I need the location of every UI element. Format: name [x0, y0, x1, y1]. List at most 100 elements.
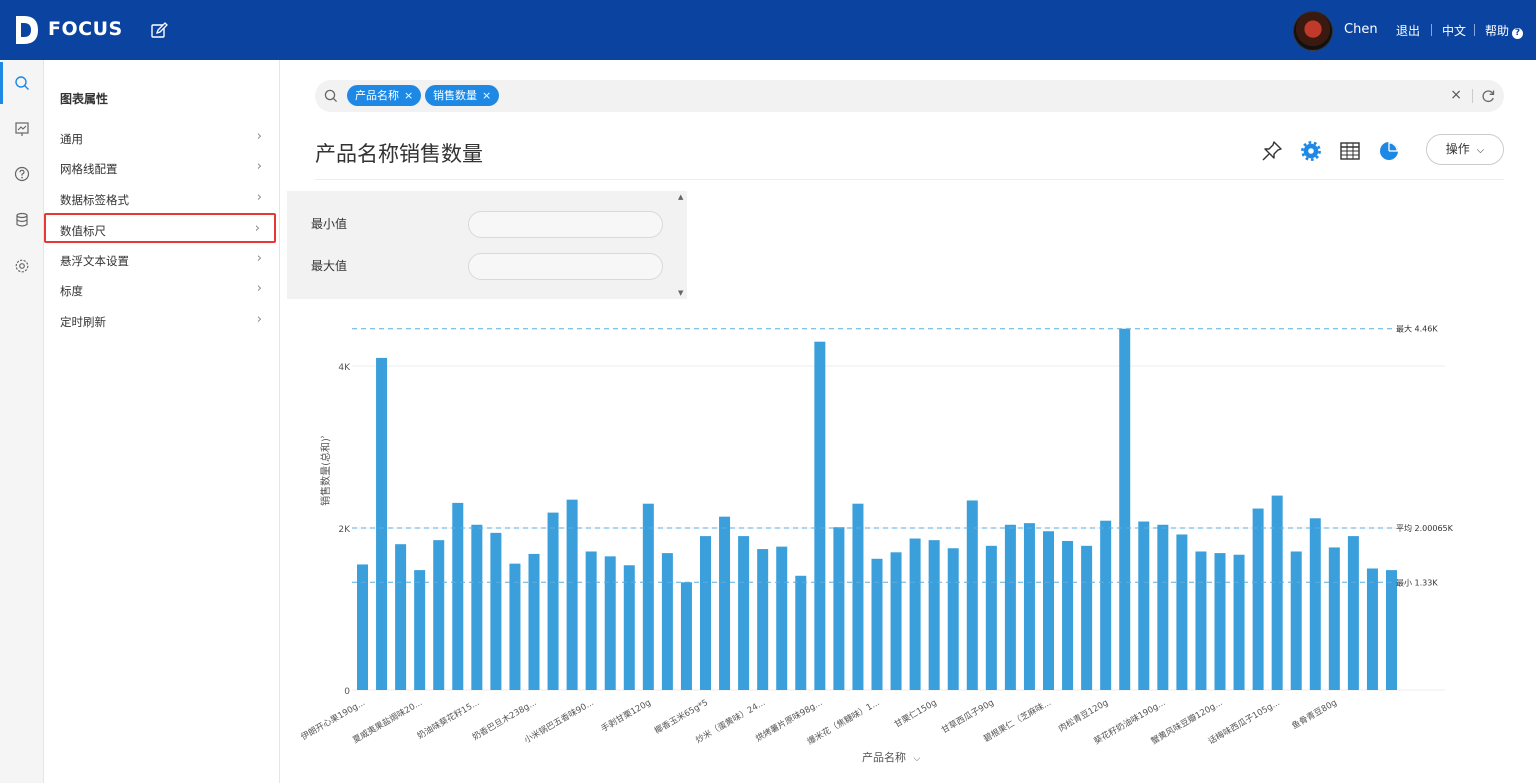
divider	[1474, 24, 1475, 36]
settings-icon[interactable]	[14, 258, 30, 274]
prop-scheduled-refresh[interactable]: 定时刷新 ›	[46, 306, 276, 336]
x-tick-label: 甘栗仁150g	[892, 697, 938, 730]
bar	[757, 549, 769, 690]
bar	[547, 512, 559, 690]
search-icon[interactable]	[14, 75, 30, 91]
reference-line-label: 平均 2.00065K	[1396, 523, 1454, 533]
prop-value-axis[interactable]: 数值标尺 ›	[44, 213, 276, 243]
scroll-up-icon[interactable]: ▲	[678, 193, 683, 201]
chevron-down-icon: ⌵	[913, 754, 921, 764]
chart-properties-panel: 图表属性 通用 › 网格线配置 › 数据标签格式 › 数值标尺 › 悬浮文本设置…	[44, 60, 280, 783]
close-icon[interactable]: ×	[404, 89, 413, 102]
bar	[376, 357, 388, 690]
bar	[776, 546, 788, 690]
x-tick-label: 鱼骨青豆80g	[1290, 697, 1339, 732]
bar	[1347, 536, 1359, 690]
database-icon[interactable]	[14, 212, 30, 228]
max-value-input[interactable]	[468, 253, 663, 280]
x-axis-label: 产品名称	[862, 751, 906, 764]
bar	[585, 551, 597, 690]
focus-logo-icon	[16, 16, 38, 44]
prop-tooltip-settings[interactable]: 悬浮文本设置 ›	[46, 245, 276, 275]
min-value-input[interactable]	[468, 211, 663, 238]
table-icon[interactable]	[1339, 140, 1361, 162]
edit-icon[interactable]	[150, 22, 168, 40]
bar	[700, 536, 711, 690]
x-tick-label: 椰香玉米65g*5	[653, 697, 710, 736]
x-tick-label: 手剥甘栗120g	[599, 697, 653, 734]
scroll-down-icon[interactable]: ▼	[678, 289, 683, 297]
bar	[395, 544, 407, 690]
presentation-icon[interactable]	[14, 121, 30, 137]
bar	[852, 503, 864, 690]
bar	[833, 527, 845, 690]
prop-data-label-format[interactable]: 数据标签格式 ›	[46, 184, 276, 214]
bar	[1195, 551, 1207, 690]
x-tick-label: 甘草西瓜子90g	[939, 697, 995, 736]
y-tick-label: 4K	[338, 363, 351, 373]
prop-label: 通用	[60, 132, 83, 146]
prop-label: 悬浮文本设置	[60, 254, 129, 268]
value-axis-range-popover: 最小值 最大值 ▲ ▼	[287, 191, 687, 299]
bar	[1043, 531, 1054, 690]
gear-icon[interactable]	[1300, 140, 1322, 162]
user-name[interactable]: Chen	[1344, 22, 1378, 37]
bar	[1309, 518, 1321, 690]
bar	[1081, 545, 1093, 690]
chevron-right-icon: ›	[256, 190, 262, 205]
bar	[985, 545, 997, 690]
bar	[871, 558, 883, 690]
bar	[928, 540, 940, 690]
refresh-icon[interactable]	[1480, 88, 1496, 104]
bar	[890, 552, 902, 690]
bar	[1004, 524, 1016, 690]
bar	[1157, 524, 1169, 690]
reference-line-label: 最大 4.46K	[1396, 324, 1438, 334]
operations-button[interactable]: 操作 ⌵	[1426, 134, 1504, 165]
search-chip-sales-qty[interactable]: 销售数量 ×	[425, 85, 500, 106]
bar	[528, 553, 540, 690]
pin-icon[interactable]	[1261, 140, 1283, 162]
scrollbar[interactable]: ▲ ▼	[678, 193, 685, 297]
panel-title: 图表属性	[60, 92, 109, 106]
prop-gridline-config[interactable]: 网格线配置 ›	[46, 153, 276, 183]
bar	[642, 503, 654, 690]
bar	[490, 532, 502, 690]
max-value-label: 最大值	[311, 259, 348, 273]
top-bar: FOCUS Chen 退出 中文 帮助?	[0, 0, 1536, 60]
clear-search-button[interactable]: ×	[1450, 87, 1462, 103]
bar	[1252, 508, 1264, 690]
bar	[1328, 547, 1340, 690]
bar	[1214, 553, 1226, 690]
prop-general[interactable]: 通用 ›	[46, 123, 276, 153]
bar	[414, 570, 426, 690]
language-link[interactable]: 中文	[1442, 22, 1466, 39]
chevron-right-icon: ›	[256, 129, 262, 144]
x-axis-title[interactable]: 产品名称 ⌵	[862, 749, 920, 765]
search-bar[interactable]: 产品名称 × 销售数量 × ×	[315, 80, 1504, 112]
operations-label: 操作	[1445, 142, 1470, 156]
bar	[719, 516, 731, 690]
pie-chart-icon[interactable]	[1378, 140, 1400, 162]
search-chip-product-name[interactable]: 产品名称 ×	[347, 85, 422, 106]
bar	[680, 582, 692, 690]
prop-scale[interactable]: 标度 ›	[46, 275, 276, 305]
logout-link[interactable]: 退出	[1396, 22, 1420, 39]
reference-line-label: 最小 1.33K	[1396, 578, 1438, 587]
prop-label: 标度	[60, 284, 83, 298]
bar	[604, 556, 616, 690]
bar	[1176, 534, 1188, 690]
help-link[interactable]: 帮助?	[1485, 22, 1524, 39]
chevron-right-icon: ›	[256, 159, 262, 174]
prop-label: 数据标签格式	[60, 193, 129, 207]
chip-label: 销售数量	[433, 89, 477, 102]
min-value-label: 最小值	[311, 217, 348, 231]
chevron-right-icon: ›	[254, 221, 260, 236]
bar	[1233, 554, 1245, 690]
bar	[1386, 570, 1397, 690]
help-circle-icon[interactable]	[14, 166, 30, 182]
avatar[interactable]	[1293, 11, 1333, 51]
close-icon[interactable]: ×	[482, 89, 491, 102]
bar-chart: 0 2K 4K 销售数量(总和)› 最大 4.46K 平均 2.00065K 最小 1.33…	[299, 324, 1454, 748]
bar	[1100, 520, 1112, 690]
